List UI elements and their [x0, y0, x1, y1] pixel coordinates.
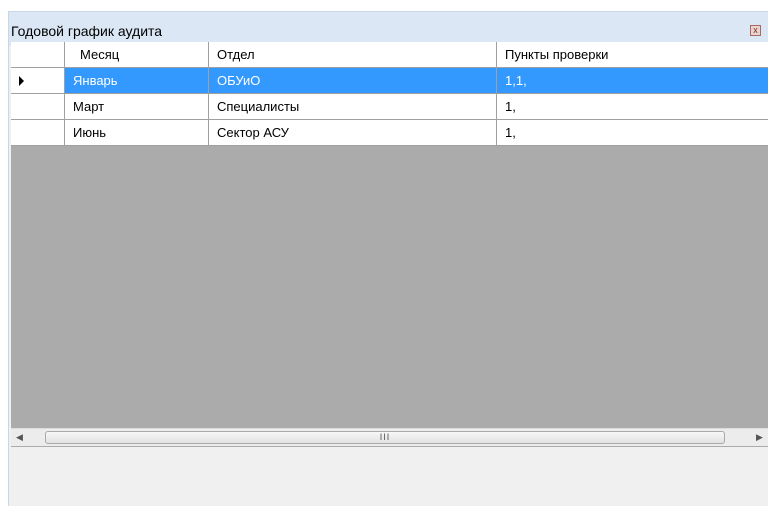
- cell-points[interactable]: 1,: [497, 94, 768, 120]
- bottom-panel: [11, 447, 768, 502]
- column-header-department[interactable]: Отдел: [209, 42, 497, 68]
- cell-points[interactable]: 1,: [497, 120, 768, 146]
- corner-header-cell[interactable]: [11, 42, 65, 68]
- arrow-left-icon[interactable]: ◀: [11, 429, 28, 446]
- horizontal-scrollbar[interactable]: ◀ III ▶: [11, 428, 768, 446]
- arrow-right-icon[interactable]: ▶: [751, 429, 768, 446]
- cell-department[interactable]: ОБУиО: [209, 68, 497, 94]
- cell-department[interactable]: Сектор АСУ: [209, 120, 497, 146]
- row-header-cell[interactable]: [11, 120, 65, 146]
- row-header-cell[interactable]: [11, 68, 65, 94]
- thumb-grip: III: [379, 432, 391, 442]
- cell-month[interactable]: Июнь: [65, 120, 209, 146]
- audit-data-grid[interactable]: Месяц Отдел Пункты проверки Январь ОБУиО…: [11, 42, 768, 462]
- current-row-arrow-icon: [19, 76, 24, 86]
- close-icon[interactable]: x: [750, 25, 761, 36]
- cell-points[interactable]: 1,1,: [497, 68, 768, 94]
- scrollbar-thumb[interactable]: III: [45, 431, 725, 444]
- column-header-points[interactable]: Пункты проверки: [497, 42, 768, 68]
- cell-department[interactable]: Специалисты: [209, 94, 497, 120]
- cell-month[interactable]: Январь: [65, 68, 209, 94]
- window-title: Годовой график аудита: [11, 23, 163, 39]
- cell-month[interactable]: Март: [65, 94, 209, 120]
- row-header-cell[interactable]: [11, 94, 65, 120]
- window-titlebar: Годовой график аудита x: [9, 12, 768, 46]
- column-header-month[interactable]: Месяц: [65, 42, 209, 68]
